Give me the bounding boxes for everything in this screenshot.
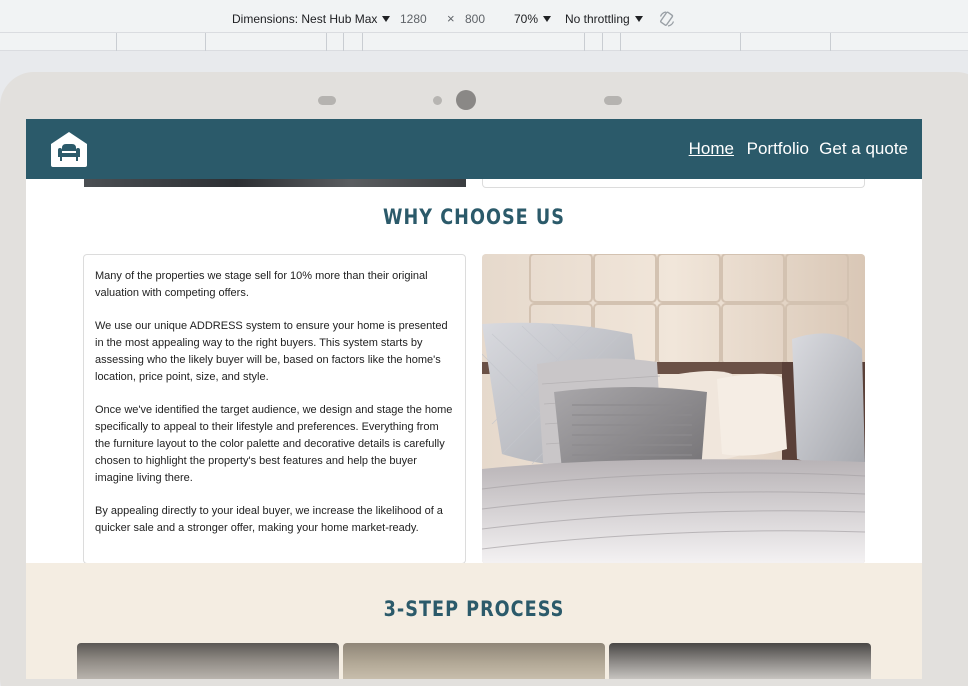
armchair-house-icon[interactable] [50,131,88,168]
ruler-tick [620,33,621,51]
device-sensor [604,96,622,105]
why-choose-us-text-card: Many of the properties we stage sell for… [83,254,466,564]
dimensions-label: Dimensions: Nest Hub Max [232,12,378,26]
ruler-tick [205,33,206,51]
chevron-down-icon [634,16,643,22]
why-paragraph: By appealing directly to your ideal buye… [95,505,443,534]
height-input[interactable]: 800 [465,10,485,28]
media-query-ruler[interactable] [0,33,968,51]
step-card-image [343,643,605,679]
nav-link-get-a-quote[interactable]: Get a quote [819,139,908,159]
zoom-label: 70% [514,12,539,26]
throttling-label: No throttling [565,12,630,26]
why-choose-us-title: WHY CHOOSE US [383,205,565,229]
ruler-tick [362,33,363,51]
ruler-tick [740,33,741,51]
bedroom-photo [482,254,865,564]
step-card-image [609,643,871,679]
ruler-tick [343,33,344,51]
site-header: Home Portfolio Get a quote [26,119,922,179]
why-paragraph: We use our unique ADDRESS system to ensu… [95,320,448,383]
nav-link-portfolio[interactable]: Portfolio [747,139,809,159]
dimensions-dropdown[interactable]: Dimensions: Nest Hub Max [232,10,391,28]
nav-link-home[interactable]: Home [689,139,734,159]
zoom-dropdown[interactable]: 70% [514,10,552,28]
ruler-tick [584,33,585,51]
chevron-down-icon [543,16,552,22]
device-sensor [318,96,336,105]
ruler-tick [116,33,117,51]
why-paragraph: Many of the properties we stage sell for… [95,270,428,299]
ruler-tick [830,33,831,51]
process-title: 3-STEP PROCESS [383,597,565,621]
device-camera [456,90,476,110]
times-separator: × [447,11,455,26]
device-sensor [433,96,442,105]
website-viewport[interactable]: Home Portfolio Get a quote WHY CHOOSE US… [26,119,922,679]
bedroom-photo-illustration [482,254,865,564]
width-input[interactable]: 1280 [400,10,427,28]
why-paragraph: Once we've identified the target audienc… [95,404,453,484]
step-card-image [77,643,339,679]
ruler-tick [326,33,327,51]
rotate-icon[interactable] [658,10,676,28]
throttling-dropdown[interactable]: No throttling [565,10,643,28]
devtools-device-toolbar: Dimensions: Nest Hub Max 1280 × 800 70% … [0,0,968,33]
ruler-tick [602,33,603,51]
process-section: 3-STEP PROCESS [26,563,922,679]
chevron-down-icon [382,16,391,22]
